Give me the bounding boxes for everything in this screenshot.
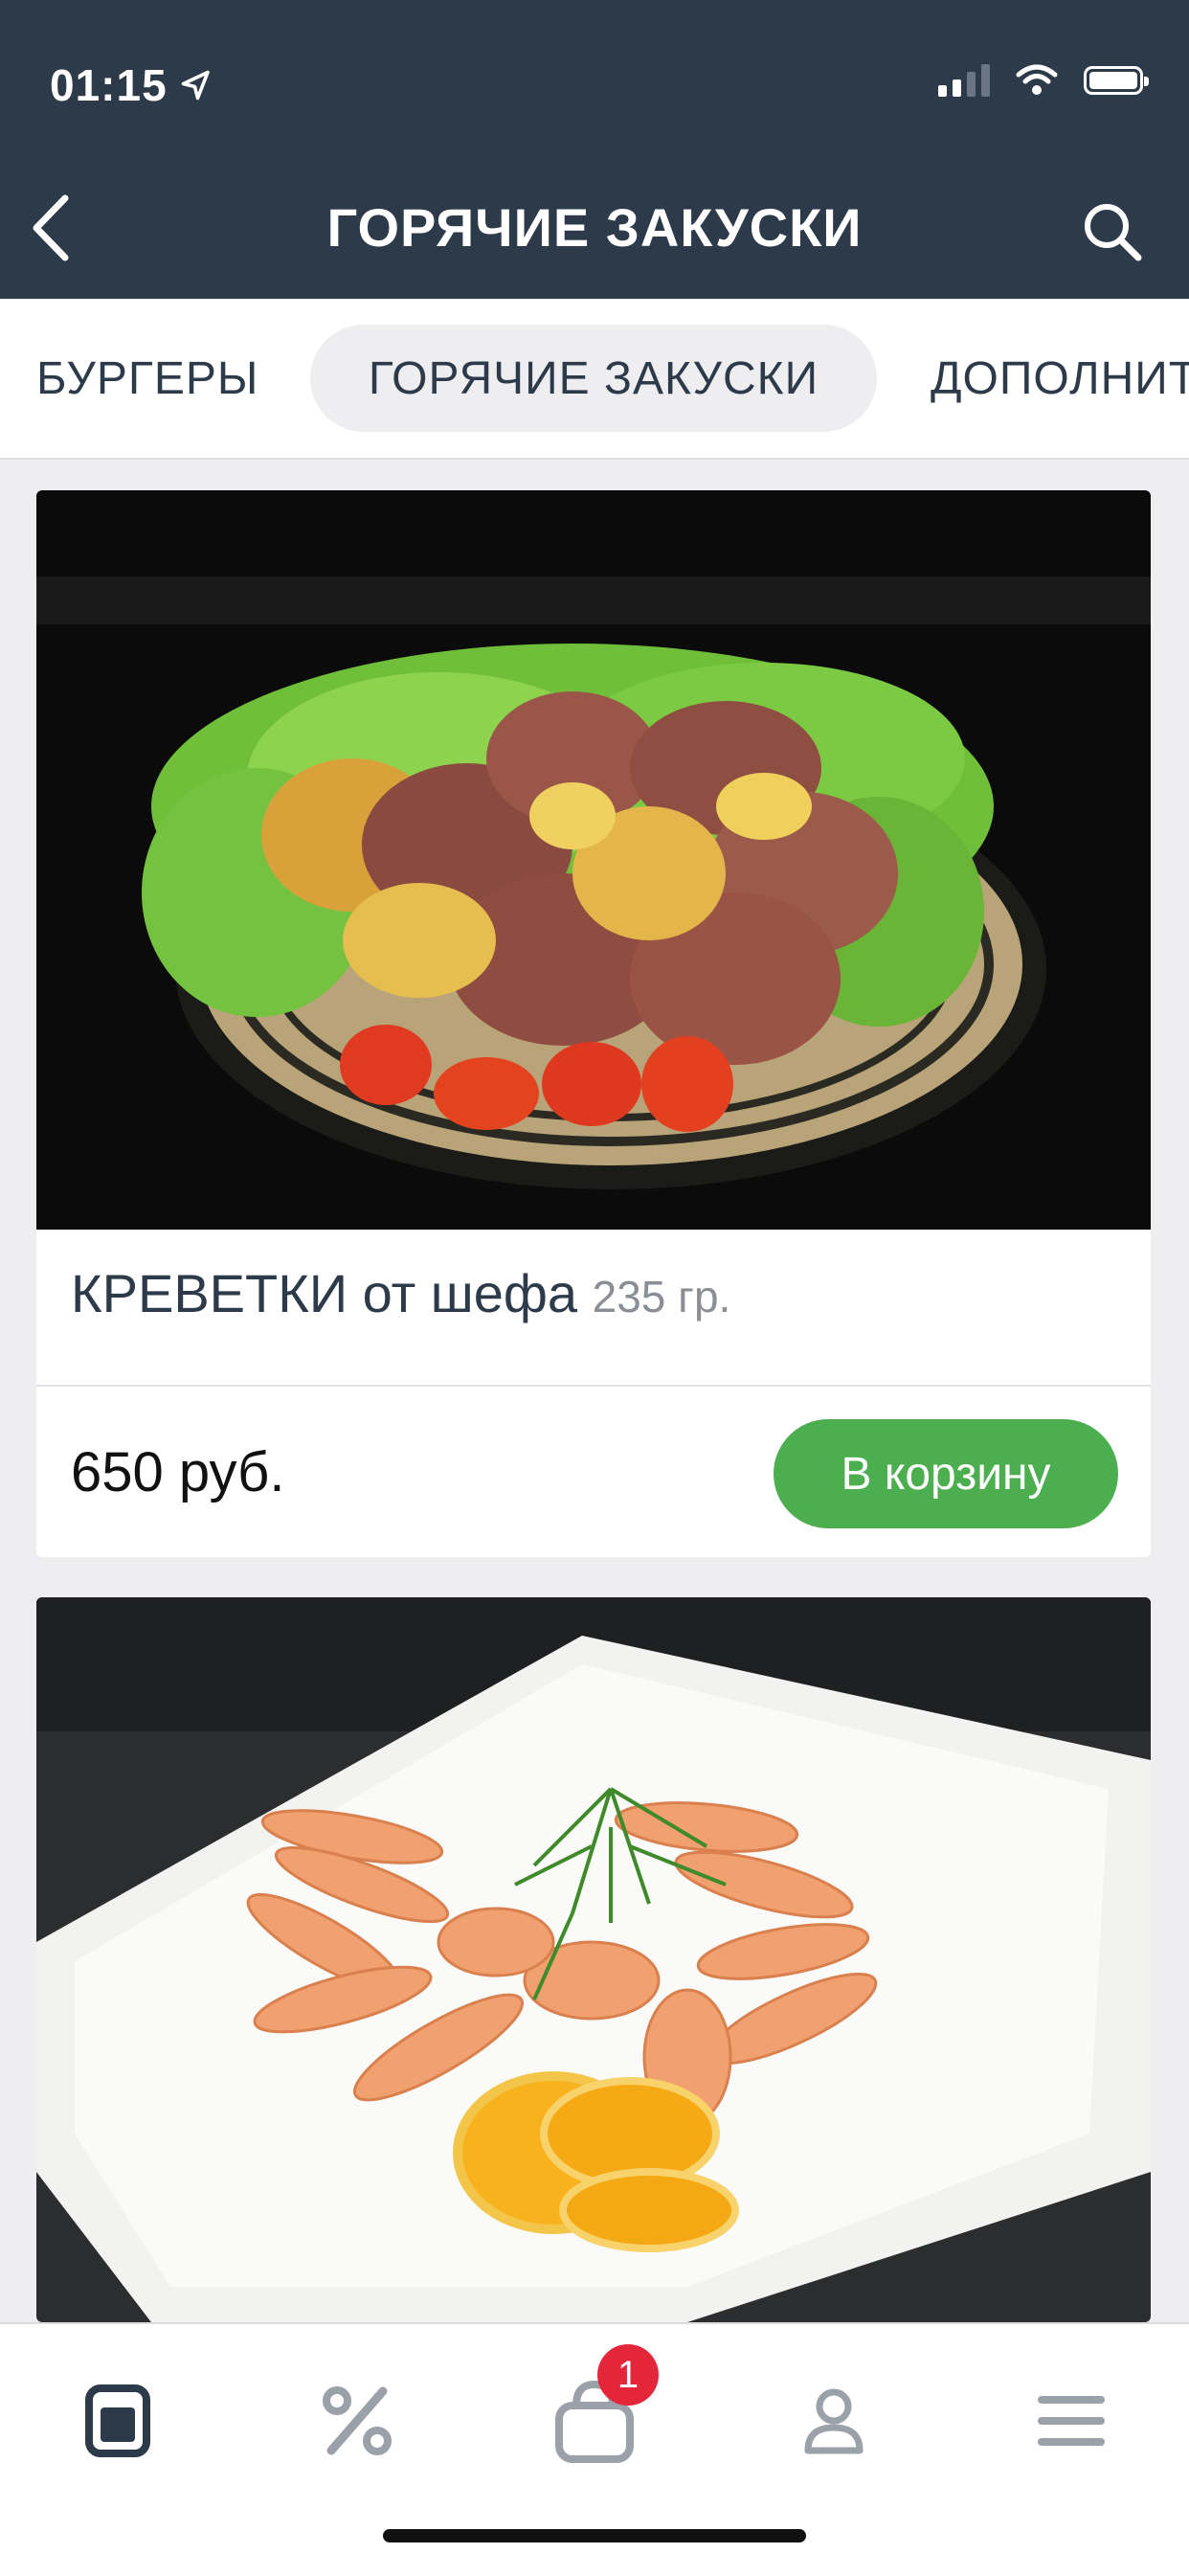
top-header: 01:15 ГОРЯЧИЕ ЗАКУСКИ bbox=[0, 0, 1189, 299]
product-card bbox=[36, 1597, 1151, 2322]
menu-icon bbox=[85, 2384, 150, 2457]
nav-menu[interactable] bbox=[65, 2368, 170, 2474]
tab-hot-snacks[interactable]: ГОРЯЧИЕ ЗАКУСКИ bbox=[310, 325, 877, 432]
product-card: КРЕВЕТКИ от шефа 235 гр. 650 руб. В корз… bbox=[36, 490, 1151, 1557]
tab-additional[interactable]: ДОПОЛНИТ bbox=[931, 325, 1189, 432]
nav-promotions[interactable] bbox=[304, 2368, 410, 2474]
status-time-text: 01:15 bbox=[50, 60, 168, 110]
search-icon bbox=[1085, 204, 1142, 261]
location-arrow-icon bbox=[181, 70, 210, 101]
category-tabs: БУРГЕРЫ ГОРЯЧИЕ ЗАКУСКИ ДОПОЛНИТ bbox=[0, 299, 1189, 460]
status-time: 01:15 bbox=[50, 59, 213, 111]
profile-icon bbox=[804, 2388, 864, 2454]
product-weight: 235 гр. bbox=[592, 1272, 731, 1322]
tab-burgers[interactable]: БУРГЕРЫ bbox=[36, 325, 258, 432]
card-divider bbox=[36, 1385, 1151, 1387]
battery-icon bbox=[1084, 66, 1149, 95]
product-name: КРЕВЕТКИ от шефа bbox=[71, 1263, 578, 1323]
cart-count-badge: 1 bbox=[597, 2344, 659, 2406]
cellular-signal-icon bbox=[938, 64, 990, 97]
product-title: КРЕВЕТКИ от шефа 235 гр. bbox=[71, 1262, 730, 1324]
home-indicator[interactable] bbox=[383, 2529, 806, 2542]
percent-icon bbox=[323, 2386, 392, 2455]
hamburger-icon bbox=[1038, 2396, 1105, 2446]
nav-profile[interactable] bbox=[781, 2368, 886, 2474]
add-to-cart-button[interactable]: В корзину bbox=[774, 1419, 1118, 1528]
status-indicators bbox=[938, 63, 1149, 98]
wifi-icon bbox=[1016, 64, 1058, 95]
product-price: 650 руб. bbox=[71, 1441, 285, 1503]
product-image-shrimp-bacon[interactable] bbox=[36, 490, 1151, 1230]
page-title: ГОРЯЧИЕ ЗАКУСКИ bbox=[326, 197, 863, 258]
search-button[interactable] bbox=[1074, 193, 1151, 270]
product-image-shrimp-plate[interactable] bbox=[36, 1597, 1151, 2322]
nav-more[interactable] bbox=[1019, 2368, 1124, 2474]
